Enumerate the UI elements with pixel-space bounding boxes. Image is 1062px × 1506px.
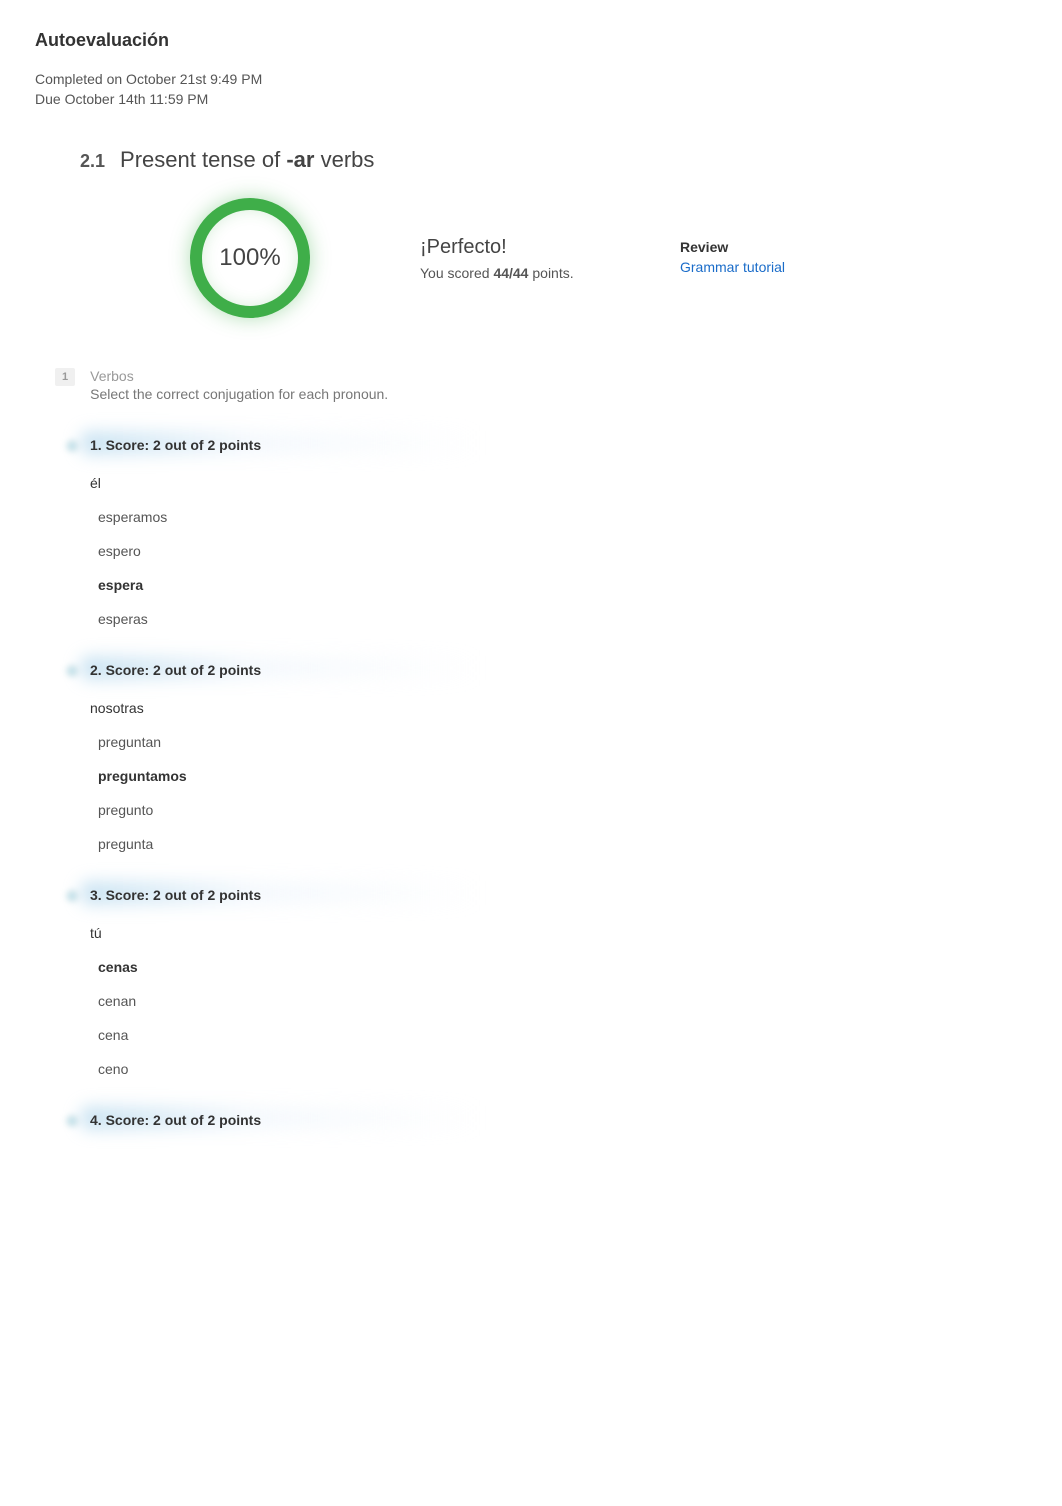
score-circle-wrap: 100%	[80, 198, 420, 318]
answer-option[interactable]: cenan	[98, 993, 1027, 1009]
highlight-gradient	[80, 881, 652, 905]
section-title: Present tense of -ar verbs	[120, 147, 374, 173]
question-block: 3. Score: 2 out of 2 pointstúcenascenanc…	[35, 887, 1027, 1077]
answer-option[interactable]: cenas	[98, 959, 1027, 975]
answer-option[interactable]: preguntan	[98, 734, 1027, 750]
score-percent: 100%	[219, 244, 280, 272]
answer-option[interactable]: espero	[98, 543, 1027, 559]
group-badge: 1	[55, 368, 75, 386]
group-text: Verbos Select the correct conjugation fo…	[90, 368, 388, 402]
options-list: esperamos espero espera esperas	[90, 509, 1027, 627]
question-score: 1. Score: 2 out of 2 points	[90, 437, 1027, 453]
answer-option[interactable]: preguntamos	[98, 768, 1027, 784]
group-name: Verbos	[90, 368, 388, 384]
answer-option[interactable]: pregunto	[98, 802, 1027, 818]
status-dot-icon	[65, 439, 79, 453]
section-number: 2.1	[80, 151, 105, 172]
completed-status: Completed on October 21st 9:49 PM	[35, 71, 1027, 87]
question-pronoun: él	[90, 475, 1027, 491]
review-label: Review	[680, 239, 880, 255]
highlight-gradient	[80, 1106, 652, 1130]
question-pronoun: tú	[90, 925, 1027, 941]
question-block: 4. Score: 2 out of 2 points	[35, 1112, 1027, 1128]
status-dot-icon	[65, 1114, 79, 1128]
page-title: Autoevaluación	[35, 30, 1027, 51]
due-status: Due October 14th 11:59 PM	[35, 91, 1027, 107]
feedback-headline: ¡Perfecto!	[420, 236, 680, 259]
group-desc: Select the correct conjugation for each …	[90, 386, 388, 402]
options-list: cenas cenan cena ceno	[90, 959, 1027, 1077]
points-bold: 44/44	[493, 265, 528, 281]
question-block: 1. Score: 2 out of 2 pointsélesperamoses…	[35, 437, 1027, 627]
status-dot-icon	[65, 889, 79, 903]
review-col: Review Grammar tutorial	[680, 239, 880, 277]
question-pronoun: nosotras	[90, 700, 1027, 716]
answer-option[interactable]: espera	[98, 577, 1027, 593]
status-dot-icon	[65, 664, 79, 678]
feedback-col: ¡Perfecto! You scored 44/44 points.	[420, 236, 680, 281]
answer-option[interactable]: esperamos	[98, 509, 1027, 525]
answer-option[interactable]: pregunta	[98, 836, 1027, 852]
feedback-points: You scored 44/44 points.	[420, 265, 680, 281]
question-group: 1 Verbos Select the correct conjugation …	[35, 368, 1027, 402]
points-pre: You scored	[420, 265, 493, 281]
question-score: 3. Score: 2 out of 2 points	[90, 887, 1027, 903]
highlight-gradient	[80, 656, 652, 680]
answer-option[interactable]: esperas	[98, 611, 1027, 627]
grammar-tutorial-link[interactable]: Grammar tutorial	[680, 259, 785, 275]
answer-option[interactable]: cena	[98, 1027, 1027, 1043]
question-block: 2. Score: 2 out of 2 points nosotras pregu…	[35, 662, 1027, 852]
section-title-post: verbs	[314, 147, 374, 172]
section-title-bold: -ar	[286, 147, 314, 172]
highlight-gradient	[80, 431, 652, 455]
question-score: 2. Score: 2 out of 2 points	[90, 662, 1027, 678]
section-title-pre: Present tense of	[120, 147, 286, 172]
options-list: preguntan preguntamos pregunto pregunta	[90, 734, 1027, 852]
question-score: 4. Score: 2 out of 2 points	[90, 1112, 1027, 1128]
score-circle: 100%	[190, 198, 310, 318]
section-header: 2.1 Present tense of -ar verbs	[35, 147, 1027, 173]
answer-option[interactable]: ceno	[98, 1061, 1027, 1077]
points-post: points.	[528, 265, 573, 281]
score-row: 100% ¡Perfecto! You scored 44/44 points.…	[35, 198, 1027, 318]
